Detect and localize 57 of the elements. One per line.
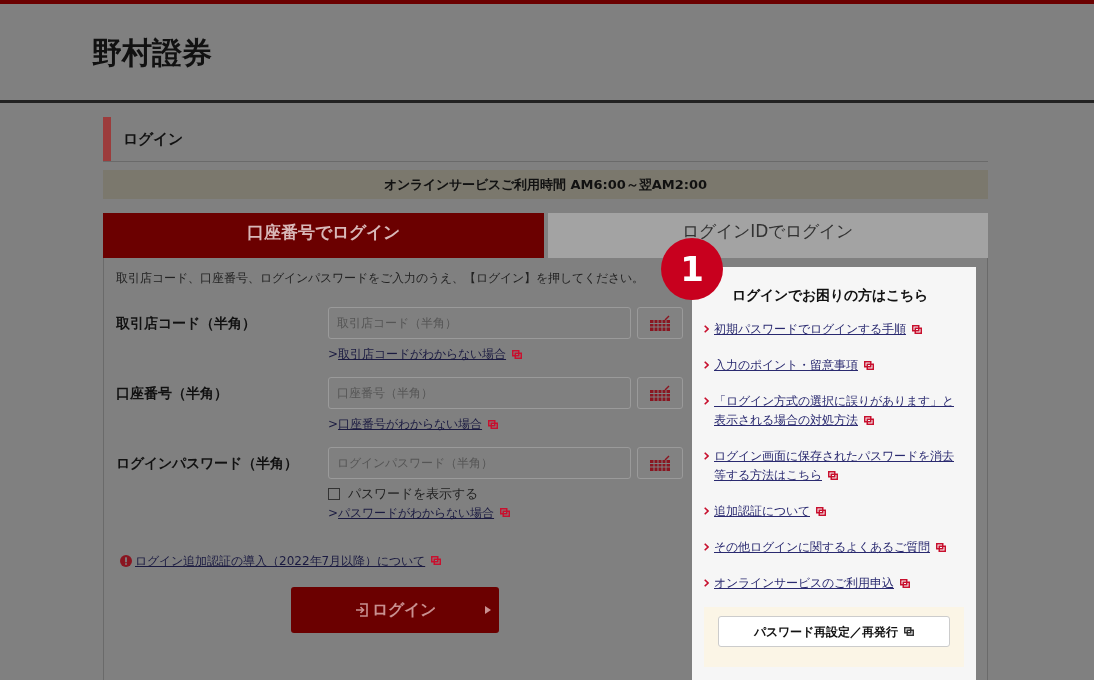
external-link-icon [816, 507, 826, 516]
step-badge: 1 [661, 238, 723, 300]
external-link-icon [864, 416, 874, 425]
help-title: ログインでお困りの方はこちら [732, 286, 929, 305]
chevron-icon [704, 543, 709, 551]
link-prefix: > [328, 416, 339, 433]
keyboard-icon [649, 384, 671, 402]
keyboard-button[interactable] [637, 447, 683, 479]
chevron-icon [704, 579, 709, 587]
external-link-icon [512, 349, 523, 359]
keyboard-icon [649, 454, 671, 472]
external-link-icon [828, 471, 838, 480]
notice-link[interactable]: ログイン追加認証の導入（2022年7月以降）について [135, 551, 426, 570]
link-prefix: > [328, 504, 339, 522]
field-label: 口座番号（半角） [116, 384, 229, 403]
help-link[interactable]: ログイン画面に保存されたパスワードを消去等する方法はこちら [714, 447, 964, 485]
checkbox-label: パスワードを表示する [348, 485, 478, 503]
play-icon [485, 605, 491, 614]
external-link-icon [500, 508, 511, 517]
alert-icon [120, 554, 132, 567]
external-link-icon [936, 543, 946, 552]
chevron-icon [704, 507, 709, 515]
link-prefix: > [328, 346, 339, 363]
help-link[interactable]: オンラインサービスのご利用申込 [714, 574, 910, 593]
external-link-icon [912, 325, 922, 334]
help-link[interactable]: 入力のポイント・留意事項 [714, 356, 874, 375]
login-tab[interactable]: 口座番号でログイン [103, 213, 544, 258]
keyboard-button[interactable] [637, 377, 683, 409]
login-button[interactable]: ログイン [291, 586, 499, 633]
login-icon [354, 602, 368, 617]
chevron-icon [704, 325, 709, 333]
help-link[interactable]: その他ログインに関するよくあるご質問 [714, 538, 946, 557]
external-link-icon [488, 419, 499, 429]
field-label: ログインパスワード（半角） [116, 454, 299, 473]
help-link[interactable]: 取引店コードがわからない場合 [338, 345, 507, 363]
chevron-icon [704, 397, 709, 405]
show-password-checkbox[interactable] [328, 487, 340, 500]
chevron-icon [704, 452, 709, 460]
external-link-icon [864, 361, 874, 370]
page-title: ログイン [123, 128, 183, 150]
password-reset-button[interactable]: パスワード再設定／再発行 [718, 616, 950, 647]
keyboard-button[interactable] [637, 307, 683, 339]
chevron-icon [704, 361, 709, 369]
external-link-icon [900, 579, 910, 588]
hours-banner: オンラインサービスご利用時間 AM6:00～翌AM2:00 [103, 170, 988, 199]
field-label: 取引店コード（半角） [116, 314, 257, 333]
keyboard-icon [649, 314, 671, 332]
external-link-icon [431, 556, 442, 565]
help-link[interactable]: パスワードがわからない場合 [338, 503, 495, 522]
help-link[interactable]: 初期パスワードでログインする手順 [714, 320, 922, 339]
help-link[interactable]: 追加認証について [714, 502, 826, 521]
accent-bar [103, 117, 111, 161]
help-link[interactable]: 口座番号がわからない場合 [338, 415, 483, 433]
help-link[interactable]: 「ログイン方式の選択に誤りがあります」と表示される場合の対処方法 [714, 392, 964, 430]
site-logo[interactable]: 野村證券 [92, 29, 212, 75]
instructions-text: 取引店コード、口座番号、ログインパスワードをご入力のうえ、【ログイン】を押してください。 [116, 270, 645, 287]
external-link-icon [904, 627, 914, 636]
